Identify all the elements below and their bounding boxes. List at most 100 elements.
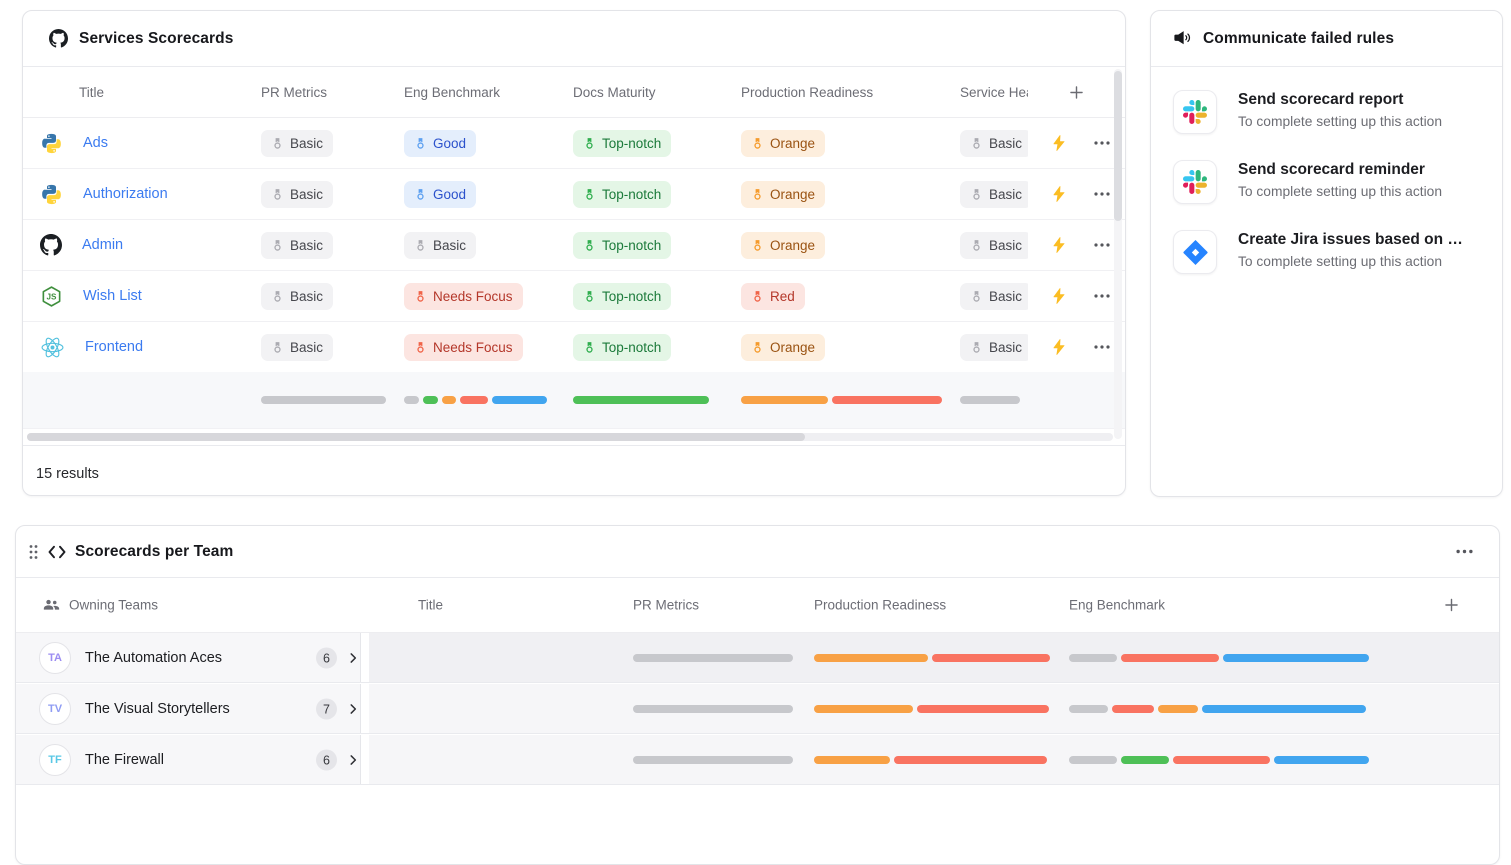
- row-menu-button[interactable]: [1094, 192, 1110, 196]
- status-badge: Basic: [404, 232, 476, 259]
- team-count-badge: 7: [316, 699, 337, 720]
- service-link[interactable]: Wish List: [83, 288, 142, 304]
- eng-benchmark-bars: [1069, 756, 1369, 764]
- action-subtitle: To complete setting up this action: [1238, 114, 1442, 129]
- service-link[interactable]: Ads: [83, 135, 108, 151]
- add-column-button[interactable]: [1442, 596, 1461, 615]
- service-row[interactable]: AuthorizationBasicGoodTop-notchOrangeBas…: [23, 169, 1125, 220]
- github-icon: [40, 234, 62, 256]
- run-action-button[interactable]: [1050, 338, 1068, 356]
- team-row[interactable]: TV The Visual Storytellers 7: [16, 684, 1499, 735]
- service-row[interactable]: JSWish ListBasicNeeds FocusTop-notchRedB…: [23, 271, 1125, 322]
- row-menu-button[interactable]: [1094, 345, 1110, 349]
- service-link[interactable]: Authorization: [83, 186, 168, 202]
- column-header-pr-metrics: PR Metrics: [261, 85, 404, 100]
- kebab-icon: [1094, 243, 1110, 247]
- action-title: Send scorecard reminder: [1238, 161, 1442, 179]
- chevron-right-icon: [346, 651, 360, 665]
- drag-handle-icon[interactable]: [28, 544, 39, 560]
- row-menu-button[interactable]: [1094, 243, 1110, 247]
- column-header-owning-teams: Owning Teams: [69, 598, 158, 613]
- slack-icon: [1173, 90, 1217, 134]
- services-summary-row: [23, 372, 1125, 429]
- teams-table-body: TAThe Automation Aces6 TV The Visual Story…: [16, 633, 1499, 786]
- results-count: 15 results: [23, 445, 1125, 496]
- score-bar-green: [573, 396, 709, 404]
- score-bar-red: [832, 396, 942, 404]
- expand-team-button[interactable]: [346, 651, 360, 665]
- score-bar-orange: [814, 654, 928, 662]
- comms-card-title: Communicate failed rules: [1203, 30, 1394, 48]
- production-readiness-bars: [814, 654, 1050, 662]
- row-menu-button[interactable]: [1094, 294, 1110, 298]
- teams-card-header: Scorecards per Team: [16, 526, 1499, 578]
- teams-card-menu-button[interactable]: [1456, 549, 1473, 554]
- lightning-icon: [1050, 185, 1068, 203]
- status-badge: Top-notch: [573, 232, 671, 259]
- status-badge: Basic: [261, 181, 333, 208]
- horizontal-scrollbar[interactable]: [23, 429, 1125, 445]
- score-bar-red: [932, 654, 1050, 662]
- chevron-right-icon: [346, 702, 360, 716]
- column-header-production-readiness: Production Readiness: [741, 85, 960, 100]
- score-bar-blue: [1223, 654, 1369, 662]
- team-row[interactable]: TFThe Firewall6: [16, 735, 1499, 786]
- action-subtitle: To complete setting up this action: [1238, 254, 1463, 269]
- kebab-icon: [1094, 192, 1110, 196]
- team-avatar: TV: [39, 693, 71, 725]
- column-header-pr-metrics: PR Metrics: [633, 598, 699, 613]
- score-bar-orange: [814, 705, 913, 713]
- teams-card-title: Scorecards per Team: [75, 543, 233, 561]
- service-link[interactable]: Frontend: [85, 339, 143, 355]
- expand-team-button[interactable]: [346, 753, 360, 767]
- team-name: The Visual Storytellers: [85, 701, 230, 717]
- status-badge: Red: [741, 283, 805, 310]
- add-column-button[interactable]: [1067, 83, 1086, 102]
- status-badge: Basic: [261, 283, 333, 310]
- service-link[interactable]: Admin: [82, 237, 123, 253]
- failed-rule-action-item[interactable]: Send scorecard reminderTo complete setti…: [1173, 147, 1502, 217]
- run-action-button[interactable]: [1050, 134, 1068, 152]
- expand-team-button[interactable]: [346, 702, 360, 716]
- services-card-title: Services Scorecards: [79, 30, 233, 48]
- teams-icon: [43, 599, 60, 612]
- service-row[interactable]: FrontendBasicNeeds FocusTop-notchOrangeB…: [23, 322, 1125, 372]
- status-badge: Needs Focus: [404, 334, 523, 361]
- run-action-button[interactable]: [1050, 185, 1068, 203]
- status-badge: Orange: [741, 334, 825, 361]
- score-bar-green: [1121, 756, 1169, 764]
- column-header-production-readiness: Production Readiness: [814, 598, 946, 613]
- failed-rule-action-item[interactable]: Send scorecard reportTo complete setting…: [1173, 77, 1502, 147]
- plus-icon: [1067, 83, 1086, 102]
- score-bar-orange: [442, 396, 456, 404]
- row-menu-button[interactable]: [1094, 141, 1110, 145]
- slack-icon: [1173, 160, 1217, 204]
- jira-icon: [1173, 230, 1217, 274]
- comms-card-header: Communicate failed rules: [1151, 11, 1502, 67]
- svg-text:JS: JS: [47, 292, 58, 301]
- run-action-button[interactable]: [1050, 236, 1068, 254]
- react-icon: [40, 335, 65, 360]
- score-bar-gray: [1069, 654, 1117, 662]
- lightning-icon: [1050, 236, 1068, 254]
- scorecards-per-team-card: Scorecards per Team Owning Teams Title P…: [15, 525, 1500, 865]
- python-icon: [40, 132, 63, 155]
- eng-benchmark-bars: [1069, 654, 1369, 662]
- kebab-icon: [1094, 141, 1110, 145]
- status-badge: Basic: [960, 130, 1028, 157]
- kebab-icon: [1456, 549, 1473, 554]
- team-row[interactable]: TAThe Automation Aces6: [16, 633, 1499, 684]
- score-bar-blue: [1274, 756, 1369, 764]
- vertical-scrollbar[interactable]: [1114, 69, 1122, 439]
- megaphone-icon: [1173, 30, 1192, 47]
- score-bar-gray: [633, 756, 793, 764]
- vertical-scrollbar-thumb[interactable]: [1114, 71, 1122, 221]
- score-bar-red: [460, 396, 488, 404]
- failed-rule-action-item[interactable]: Create Jira issues based on …To complete…: [1173, 217, 1502, 287]
- service-row[interactable]: AdminBasicBasicTop-notchOrangeBasic: [23, 220, 1125, 271]
- horizontal-scrollbar-thumb[interactable]: [27, 433, 805, 441]
- run-action-button[interactable]: [1050, 287, 1068, 305]
- status-badge: Top-notch: [573, 130, 671, 157]
- services-card-header: Services Scorecards: [23, 11, 1125, 67]
- service-row[interactable]: AdsBasicGoodTop-notchOrangeBasic: [23, 118, 1125, 169]
